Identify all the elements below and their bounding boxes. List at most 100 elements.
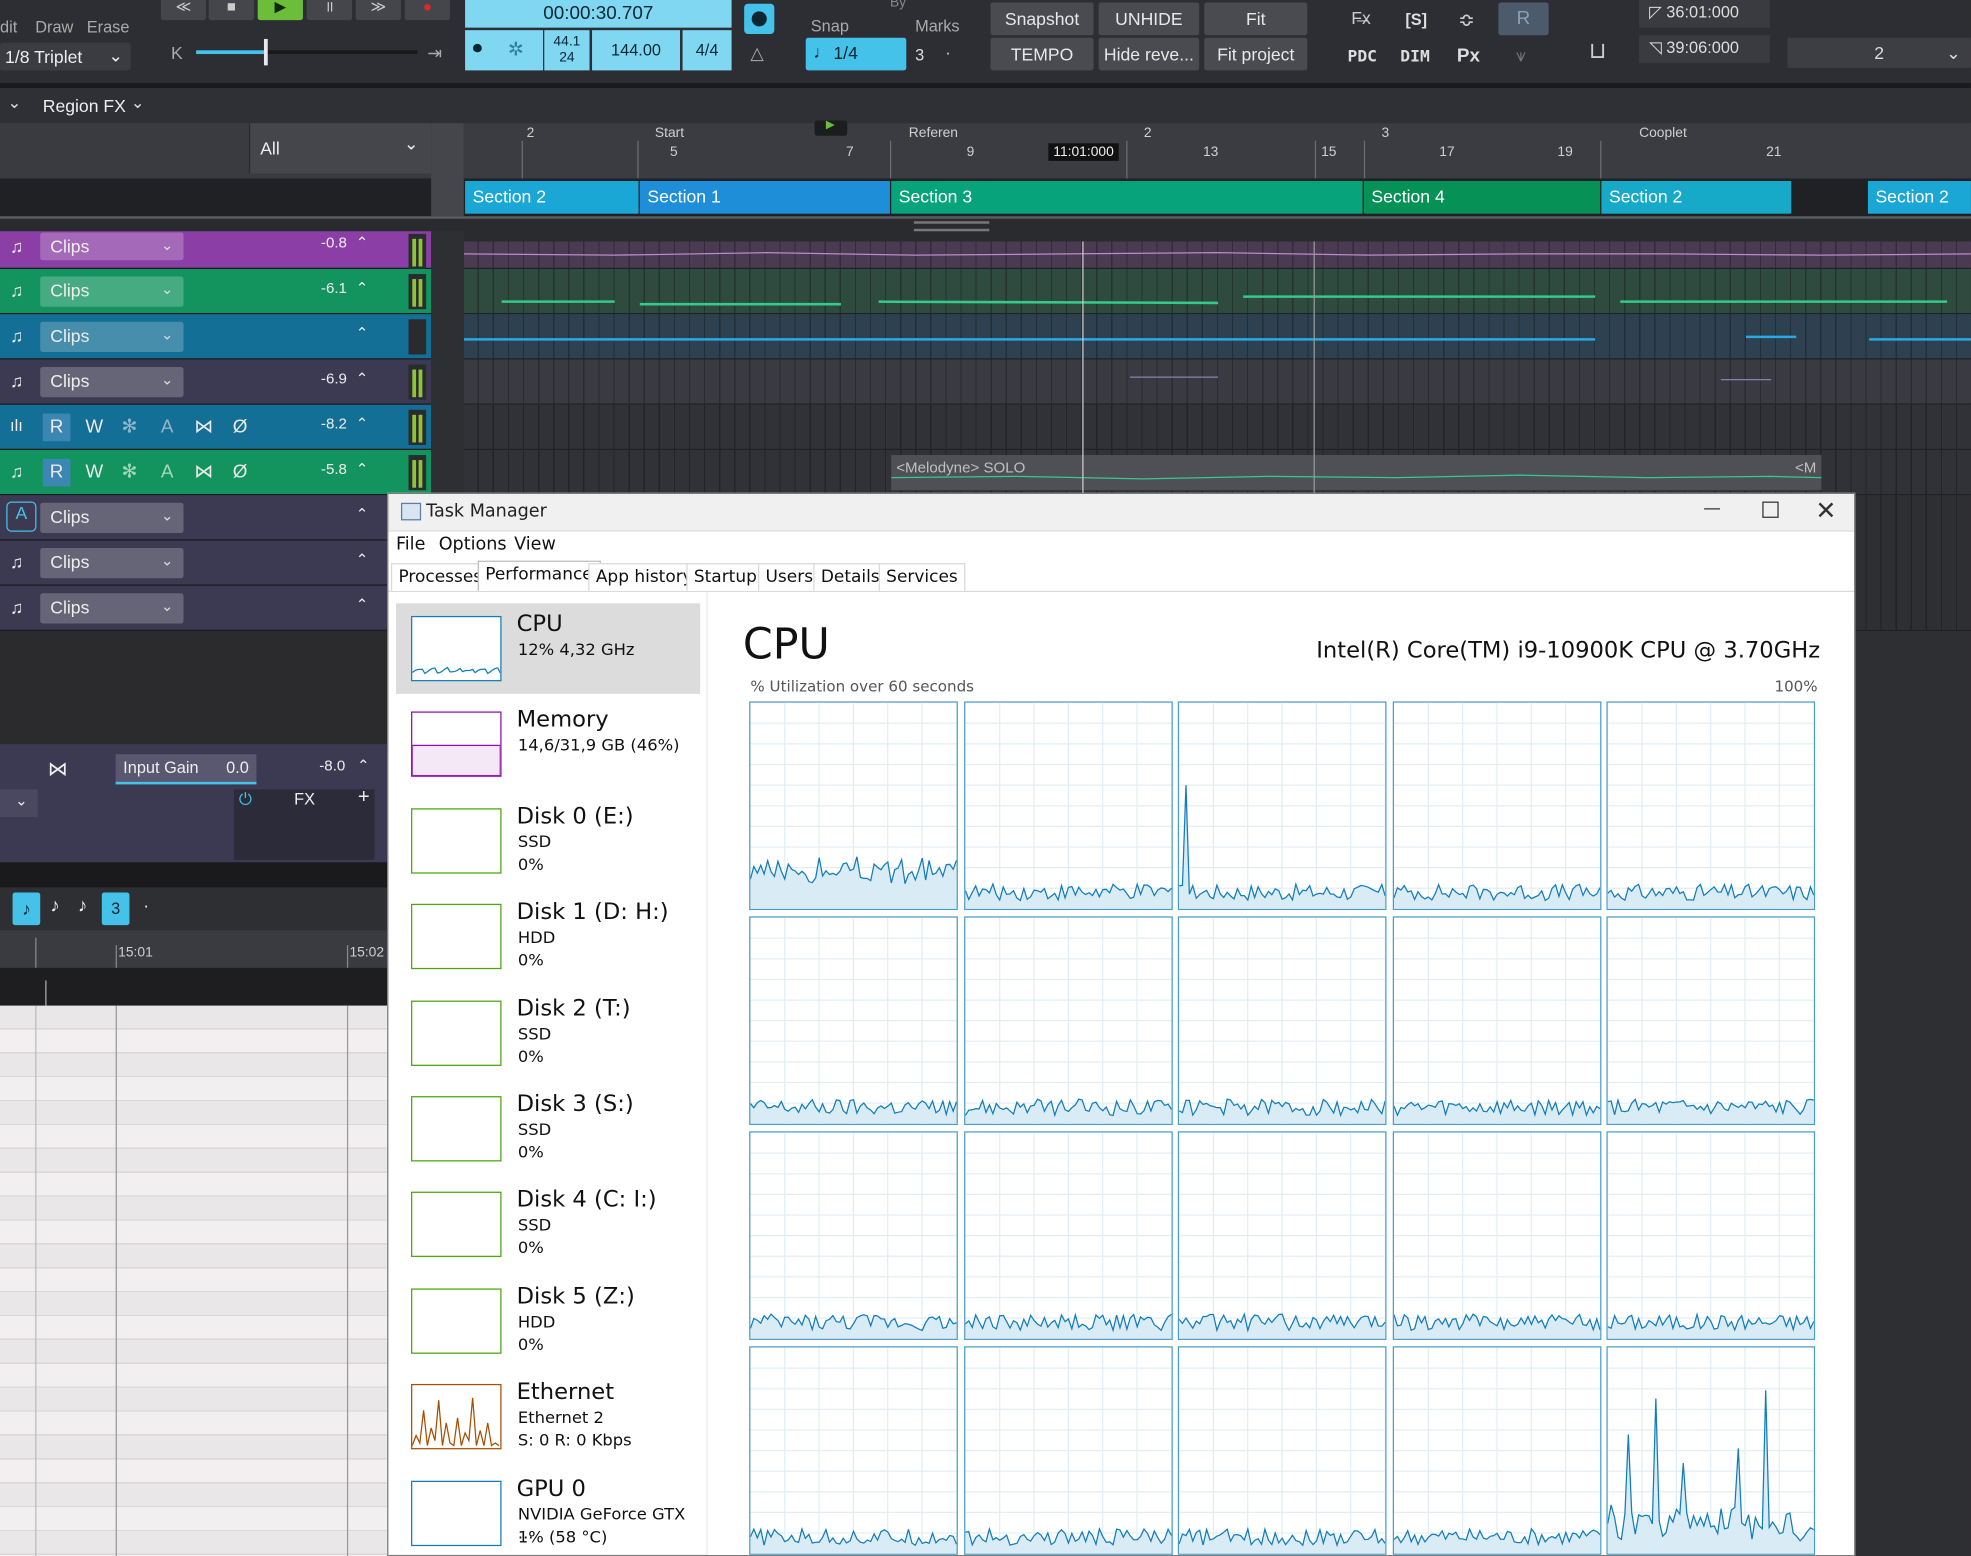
tab-details[interactable]: Details (813, 563, 888, 591)
meter-display[interactable]: 4/4 (682, 30, 732, 71)
rewind-button[interactable]: ≪ (160, 0, 207, 21)
playhead-time[interactable]: 11:01:000 (1048, 143, 1119, 161)
thirty-second-note-icon[interactable]: ♪ (78, 895, 87, 916)
resource-item[interactable]: CPU 12% 4,32 GHz (395, 603, 701, 694)
track-header[interactable]: ♫ Clips ⌄ ⌃ (0, 585, 432, 632)
track-header[interactable]: ♫ Clips ⌄ -6.9 ⌃ (0, 359, 432, 405)
headphones-icon[interactable]: ♫ (10, 236, 33, 259)
menu-view[interactable]: View (514, 534, 556, 554)
tab-performance[interactable]: Performance (477, 560, 601, 591)
piano-roll-grid[interactable] (0, 1005, 390, 1556)
lane[interactable] (463, 314, 1971, 360)
track-view-select[interactable]: Clips ⌄ (40, 367, 184, 398)
metronome-controls[interactable]: ⏺ ✲ (465, 30, 544, 71)
inspector-volume[interactable]: -8.0 (319, 757, 345, 775)
fit-project-button[interactable]: Fit project (1204, 37, 1308, 71)
timeline-ruler[interactable]: 2 Start 5 7 Referen 9 11:01:000 ▶ 2 13 1… (463, 118, 1971, 179)
chevron-up-icon[interactable]: ⌃ (356, 279, 369, 297)
chevron-up-icon[interactable]: ⌃ (356, 324, 369, 342)
menu-options[interactable]: Options (439, 534, 507, 554)
snapshot-button[interactable]: Snapshot (990, 2, 1094, 36)
bypass-button[interactable]: ⋈ (190, 459, 218, 487)
track-header[interactable]: ılı R W ✻ A ⋈ Ø -8.2 ⌃ (0, 404, 432, 451)
phase-button[interactable]: Ø (226, 414, 254, 442)
track-header[interactable]: ♫ Clips ⌄ -0.8 ⌃ (0, 231, 432, 269)
input-gain-control[interactable]: Input Gain 0.0 (115, 754, 257, 785)
eighth-note-icon[interactable]: ♪ (12, 892, 41, 926)
track-view-select[interactable]: Clips ⌄ (40, 548, 184, 579)
tab-users[interactable]: Users (757, 563, 821, 591)
loop-start-field[interactable]: ◸ 36:01:000 (1639, 0, 1770, 28)
punch-icon[interactable]: △ (750, 43, 764, 64)
workspace-select[interactable]: 2 ⌄ (1787, 37, 1971, 68)
track-header[interactable]: ♫ Clips ⌄ ⌃ (0, 314, 432, 360)
chevron-up-icon[interactable]: ⌃ (356, 551, 369, 569)
record-button[interactable]: ● (404, 0, 451, 21)
title-bar[interactable]: Task Manager — ✕ (388, 494, 1855, 532)
dim-button[interactable]: DIM (1400, 48, 1430, 67)
menu-file[interactable]: File (396, 534, 425, 554)
minimize-icon[interactable]: — (1703, 499, 1721, 519)
track-view-select[interactable]: Clips ⌄ (40, 232, 184, 261)
add-icon[interactable]: + (358, 787, 370, 810)
ruler-marker-label[interactable]: Cooplet (1639, 126, 1687, 141)
chevron-down-icon[interactable]: ⌄ (8, 93, 22, 113)
headphones-icon[interactable]: ♫ (10, 280, 33, 303)
phase-button[interactable]: Ø (226, 459, 254, 487)
chevron-up-icon[interactable]: ⌃ (356, 415, 369, 433)
bypass-icon[interactable]: ⋈ (48, 757, 68, 782)
stop-button[interactable]: ■ (208, 0, 254, 21)
tab-services[interactable]: Services (878, 563, 966, 591)
archive-button[interactable]: A (153, 414, 181, 442)
chevron-up-icon[interactable]: ⌃ (356, 370, 369, 388)
tab-processes[interactable]: Processes (390, 563, 490, 591)
hide-reveal-button[interactable]: Hide reve... (1098, 37, 1200, 71)
bypass-button[interactable]: ⋈ (190, 414, 218, 442)
resource-item[interactable]: Disk 4 (C: I:) SSD 0% (396, 1180, 700, 1271)
arranger-section[interactable]: Section 2 (1601, 181, 1792, 214)
track-volume[interactable]: -6.1 (302, 279, 347, 297)
metronome-icon[interactable]: ⏺ (473, 38, 482, 59)
loop-icon[interactable]: ⊔ (1589, 38, 1607, 64)
track-view-select[interactable]: Clips ⌄ (40, 593, 184, 624)
melodyne-clip[interactable]: <Melodyne> SOLO <M (891, 455, 1822, 491)
triplet-button[interactable]: 3 (101, 892, 130, 926)
lane[interactable] (463, 404, 1971, 451)
tool-erase-label[interactable]: Erase (87, 18, 130, 37)
track-filter-select[interactable]: All ⌄ (248, 123, 432, 174)
go-to-end-icon[interactable]: ⇥ (427, 43, 442, 64)
record-mode-button[interactable] (744, 3, 775, 34)
track-header[interactable]: ♫ Clips ⌄ ⌃ (0, 540, 432, 586)
tool-edit-label[interactable]: dit (0, 18, 17, 37)
freeze-button[interactable]: ✻ (116, 414, 144, 442)
lane[interactable] (463, 268, 1971, 315)
automation-icon[interactable]: ≎ (1458, 8, 1475, 33)
power-icon[interactable]: ⏻ (239, 789, 252, 809)
lane[interactable] (463, 359, 1971, 405)
track-view-select[interactable]: Clips ⌄ (40, 321, 184, 352)
input-select[interactable]: ⌄ (0, 789, 38, 818)
resource-item[interactable]: Ethernet Ethernet 2 S: 0 R: 0 Kbps (396, 1372, 700, 1463)
fx-bypass-icon[interactable]: F̶x (1351, 8, 1371, 28)
headphones-icon[interactable]: ♫ (10, 552, 33, 575)
pause-button[interactable]: ॥ (306, 0, 352, 21)
track-view-select[interactable]: Clips ⌄ (40, 502, 184, 533)
time-display[interactable]: 00:00:30.707 (465, 0, 732, 28)
chevron-up-icon[interactable]: ⌃ (357, 757, 370, 775)
piano-roll-ruler[interactable]: 15:01 15:02 (0, 930, 390, 968)
headphones-icon[interactable]: ♫ (10, 461, 33, 484)
tool-draw-label[interactable]: Draw (35, 18, 73, 37)
fast-forward-button[interactable]: ≫ (355, 0, 401, 21)
resource-item[interactable]: Disk 0 (E:) SSD 0% (396, 795, 700, 886)
read-all-button[interactable]: R (1498, 2, 1549, 36)
dotted-button[interactable]: · (143, 895, 149, 915)
track-header[interactable]: ♫ R W ✻ A ⋈ Ø -5.8 ⌃ (0, 450, 432, 496)
ruler-marker-label[interactable]: 2 (1144, 126, 1152, 141)
chevron-up-icon[interactable]: ⌃ (356, 234, 369, 252)
instrument-icon[interactable]: A (6, 501, 37, 532)
play-marker[interactable]: ▶ (814, 118, 848, 136)
ruler-marker-label[interactable]: Referen (909, 126, 958, 141)
px-button[interactable]: Px (1457, 45, 1480, 66)
resource-item[interactable]: Disk 5 (Z:) HDD 0% (396, 1276, 700, 1367)
track-volume[interactable]: -8.2 (302, 415, 347, 433)
